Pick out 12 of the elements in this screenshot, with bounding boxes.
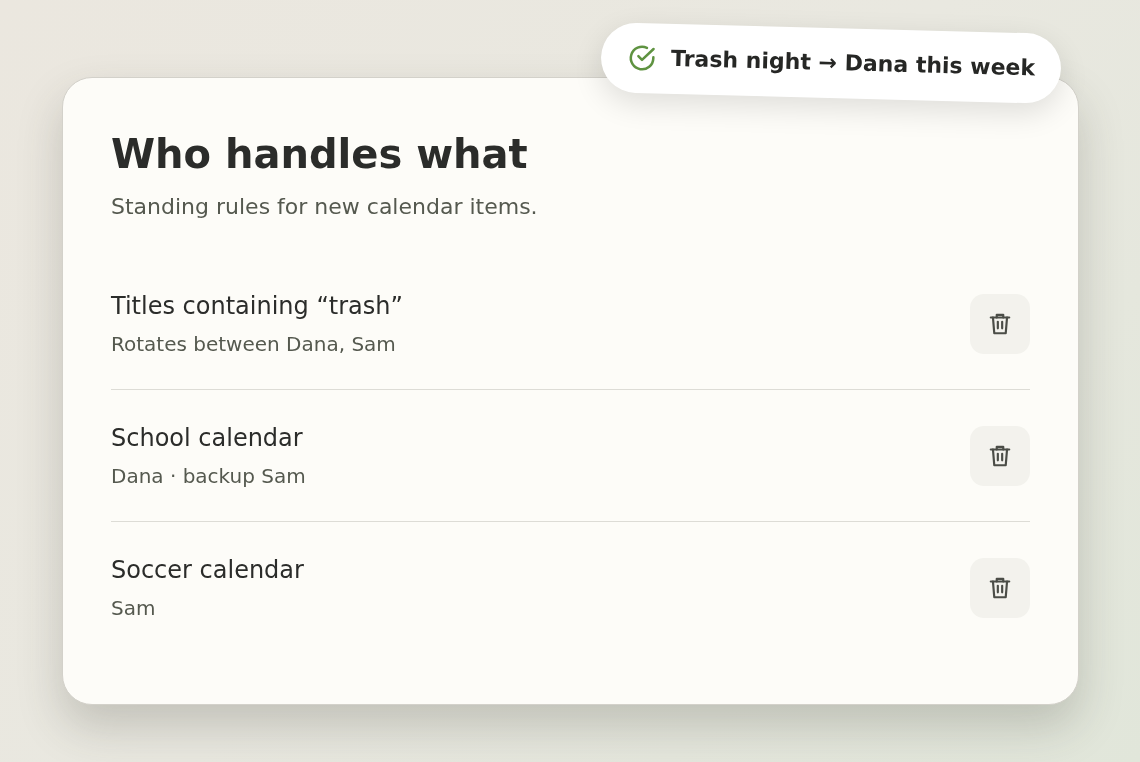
rule-detail: Dana · backup Sam — [111, 462, 306, 490]
rule-detail: Rotates between Dana, Sam — [111, 330, 397, 358]
card-title: Who handles what — [111, 130, 529, 178]
rule-title: School calendar — [111, 422, 304, 454]
toast-text: Trash night → Dana this week — [670, 44, 1036, 83]
delete-button[interactable] — [970, 293, 1030, 354]
rule-title: Titles containing “trash” — [111, 290, 403, 322]
delete-button[interactable] — [970, 425, 1030, 486]
rule-detail: Sam — [111, 594, 157, 622]
rule-title: Soccer calendar — [111, 554, 304, 586]
delete-button[interactable] — [970, 557, 1030, 618]
card-subtitle: Standing rules for new calendar items. — [111, 193, 539, 221]
